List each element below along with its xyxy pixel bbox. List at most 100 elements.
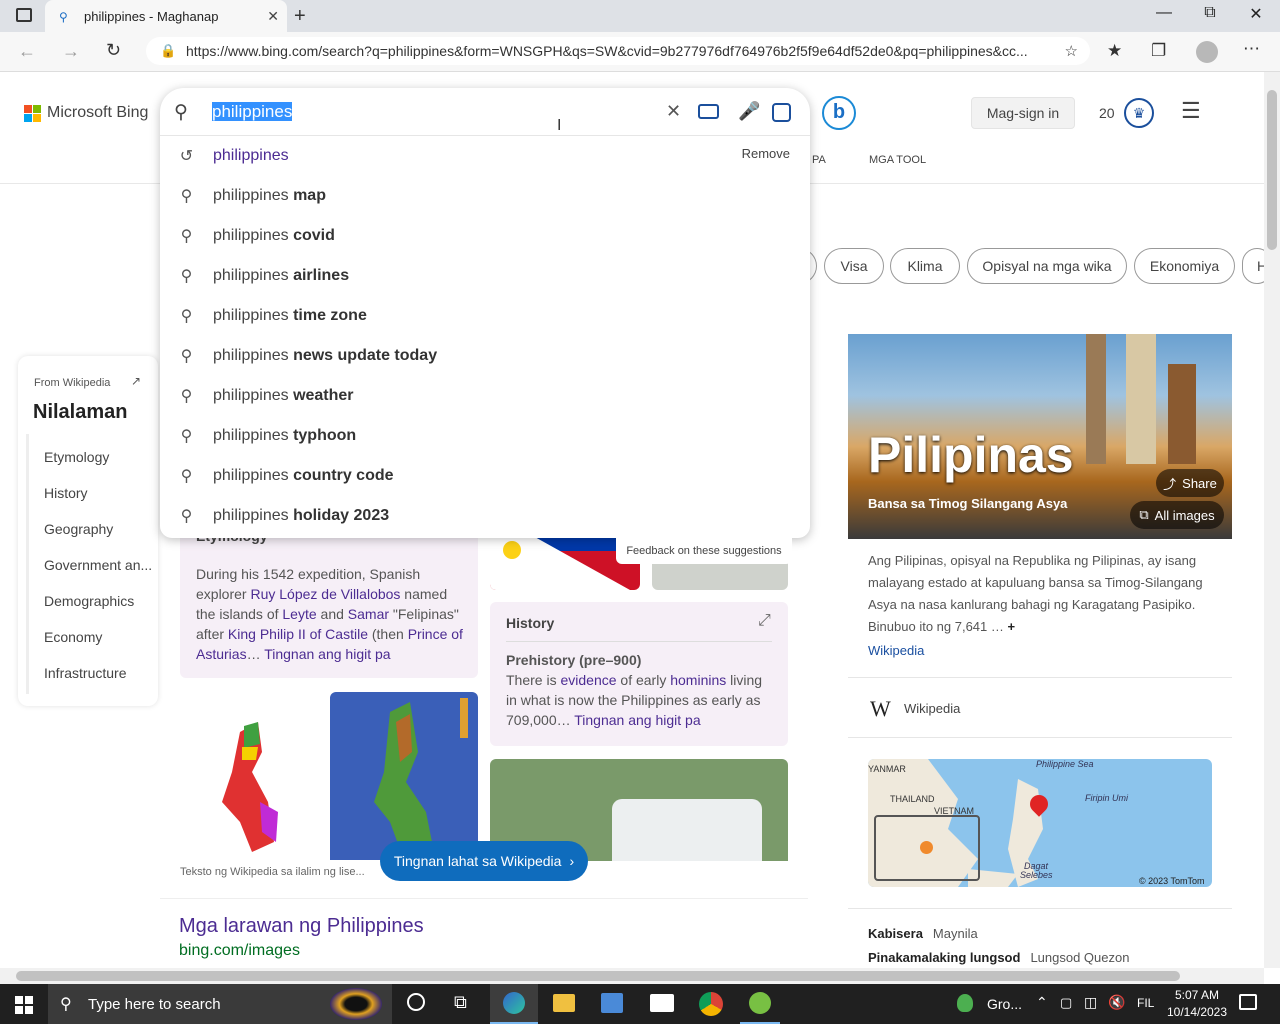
url-bar[interactable]: 🔒 https://www.bing.com/search?q=philippi…	[146, 37, 1090, 65]
close-window-button[interactable]: ✕	[1233, 4, 1279, 24]
taskbar-edge[interactable]	[490, 984, 538, 1024]
expand-icon[interactable]: ⤢	[758, 612, 771, 630]
horizontal-scroll-thumb[interactable]	[16, 971, 1180, 981]
feedback-link[interactable]: Feedback on these suggestions	[616, 538, 792, 564]
chip-partial-right[interactable]: H	[1242, 248, 1264, 284]
signin-button[interactable]: Mag-sign in	[971, 97, 1075, 129]
mail-icon[interactable]	[650, 994, 674, 1012]
chip-klima[interactable]: Klima	[890, 248, 960, 284]
language-indicator[interactable]: FIL	[1137, 996, 1154, 1010]
back-icon[interactable]: ←	[18, 41, 36, 62]
images-result-url[interactable]: bing.com/images	[179, 942, 300, 960]
tab-actions-icon[interactable]	[16, 8, 32, 22]
suggestion-item[interactable]: ↺ philippines Remove	[160, 136, 810, 176]
suggestion-item[interactable]: ⚲ philippines holiday 2023	[160, 496, 810, 536]
settings-more-icon[interactable]: ⋯	[1243, 39, 1260, 59]
link-evidence[interactable]: evidence	[560, 672, 616, 688]
toc-item-history[interactable]: History	[44, 485, 88, 501]
nav-tab-partial[interactable]: PA	[812, 154, 826, 166]
link-leyte[interactable]: Leyte	[282, 606, 316, 622]
keyboard-icon[interactable]	[698, 104, 719, 119]
expand-plus-icon[interactable]: +	[1008, 619, 1016, 634]
see-more-history[interactable]: Tingnan ang higit pa	[574, 712, 700, 728]
windows-start-icon[interactable]	[15, 996, 33, 1014]
toc-item-government[interactable]: Government an...	[44, 557, 152, 573]
weather-text[interactable]: Gro...	[987, 996, 1022, 1012]
profile-avatar[interactable]	[1196, 41, 1218, 63]
visual-search-icon[interactable]	[772, 103, 791, 122]
bing-logo[interactable]: Microsoft Bing	[24, 104, 148, 122]
link-villalobos[interactable]: Ruy López de Villalobos	[250, 586, 400, 602]
restore-button[interactable]: ⧉	[1187, 4, 1233, 22]
clear-search-icon[interactable]: ✕	[666, 101, 681, 122]
suggestion-item[interactable]: ⚲ philippines airlines	[160, 256, 810, 296]
suggestion-item[interactable]: ⚲ philippines weather	[160, 376, 810, 416]
chip-economy[interactable]: Ekonomiya	[1134, 248, 1235, 284]
link-philip[interactable]: King Philip II of Castile	[228, 626, 368, 642]
see-all-wikipedia-button[interactable]: Tingnan lahat sa Wikipedia ›	[380, 841, 588, 881]
suggestion-item[interactable]: ⚲ philippines map	[160, 176, 810, 216]
chrome-icon[interactable]	[699, 992, 723, 1016]
toc-item-etymology[interactable]: Etymology	[44, 449, 109, 465]
suggestion-item[interactable]: ⚲ philippines covid	[160, 216, 810, 256]
remove-history-button[interactable]: Remove	[742, 146, 790, 161]
tab-active[interactable]: ⚲ philippines - Maghanap ✕	[45, 0, 287, 32]
rewards-trophy-icon[interactable]: ♛	[1124, 98, 1154, 128]
fact-value[interactable]: Lungsod Quezon	[1030, 950, 1129, 965]
link-hominins[interactable]: hominins	[670, 672, 726, 688]
forward-icon[interactable]: →	[62, 41, 80, 62]
hamburger-menu-icon[interactable]: ☰	[1181, 98, 1201, 124]
taskbar-utorrent[interactable]	[740, 984, 780, 1024]
volume-muted-icon[interactable]: 🔇	[1108, 994, 1125, 1011]
toc-item-demographics[interactable]: Demographics	[44, 593, 134, 609]
taskbar-search-box[interactable]: ⚲ Type here to search	[48, 984, 392, 1024]
knowledge-source-link[interactable]: Wikipedia	[868, 643, 924, 658]
clock[interactable]: 5:07 AM 10/14/2023	[1166, 988, 1228, 1019]
search-input[interactable]: philippines	[212, 102, 293, 122]
cortana-icon[interactable]	[407, 993, 425, 1011]
regions-map-image[interactable]	[182, 692, 320, 860]
task-view-icon[interactable]: ⧉	[454, 992, 467, 1013]
favorites-icon[interactable]: ★	[1107, 41, 1122, 61]
chip-visa[interactable]: Visa	[824, 248, 884, 284]
close-tab-icon[interactable]: ✕	[267, 8, 279, 25]
fact-value[interactable]: Maynila	[933, 926, 978, 941]
suggestion-item[interactable]: ⚲ philippines typhoon	[160, 416, 810, 456]
network-icon[interactable]: ◫	[1084, 994, 1097, 1011]
toc-item-infrastructure[interactable]: Infrastructure	[44, 665, 126, 681]
store-icon[interactable]	[601, 993, 623, 1013]
suggestion-item[interactable]: ⚲ philippines country code	[160, 456, 810, 496]
chip-languages[interactable]: Opisyal na mga wika	[967, 248, 1127, 284]
suggestion-completion: news update today	[293, 347, 438, 364]
external-link-icon[interactable]: ↗	[131, 374, 141, 388]
see-more-etymology[interactable]: Tingnan ang higit pa	[264, 646, 390, 662]
tray-device-icon[interactable]: ▢	[1060, 995, 1072, 1011]
share-button[interactable]: ⤴ Share	[1156, 469, 1224, 497]
vertical-scroll-thumb[interactable]	[1267, 90, 1277, 250]
minimize-button[interactable]: —	[1141, 4, 1187, 22]
weather-icon[interactable]	[957, 994, 973, 1012]
wikipedia-label[interactable]: Wikipedia	[904, 701, 960, 716]
suggestion-item[interactable]: ⚲ philippines time zone	[160, 296, 810, 336]
terrain-map-image[interactable]	[330, 692, 478, 860]
knowledge-hero-image[interactable]: Pilipinas Bansa sa Timog Silangang Asya …	[848, 334, 1232, 539]
copilot-icon[interactable]: b	[822, 96, 856, 130]
notifications-icon[interactable]	[1239, 994, 1257, 1010]
tray-chevron-icon[interactable]: ⌃	[1036, 994, 1048, 1011]
location-map[interactable]: Philippine Sea YANMAR THAILAND VIETNAM F…	[868, 759, 1212, 887]
toc-item-economy[interactable]: Economy	[44, 629, 102, 645]
nav-tools[interactable]: MGA TOOL	[869, 154, 926, 166]
knowledge-title: Pilipinas	[868, 427, 1074, 483]
microphone-icon[interactable]: 🎤	[738, 101, 760, 122]
toc-item-geography[interactable]: Geography	[44, 521, 113, 537]
file-explorer-icon[interactable]	[553, 994, 575, 1012]
link-samar[interactable]: Samar	[348, 606, 389, 622]
collections-icon[interactable]: ❐	[1151, 41, 1166, 61]
add-favorite-icon[interactable]: ☆	[1065, 42, 1078, 60]
all-images-button[interactable]: ⧉ All images	[1130, 501, 1224, 529]
images-result-title[interactable]: Mga larawan ng Philippines	[179, 915, 424, 938]
suggestion-item[interactable]: ⚲ philippines news update today	[160, 336, 810, 376]
refresh-icon[interactable]: ↻	[106, 40, 121, 61]
new-tab-button[interactable]: +	[294, 5, 306, 28]
fact-capital: Kabisera Maynila	[868, 926, 978, 941]
